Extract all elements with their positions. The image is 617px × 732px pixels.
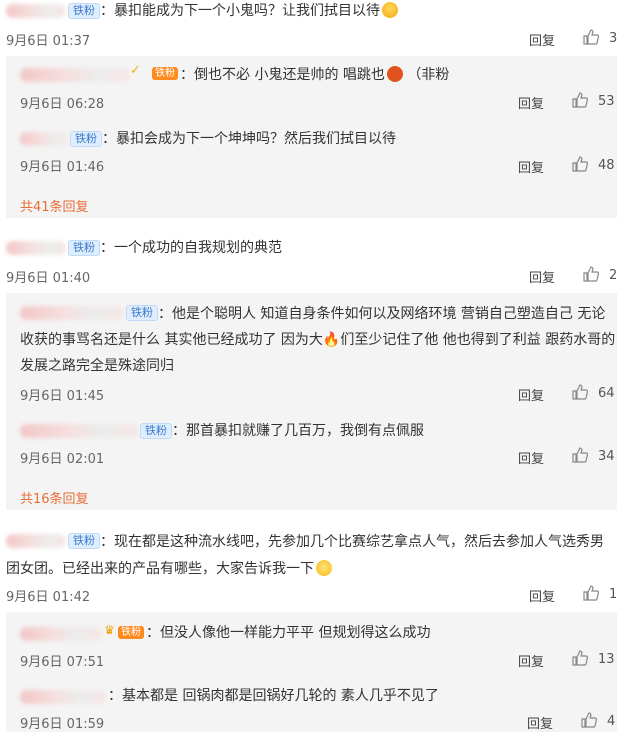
fan-badge: 铁粉 xyxy=(140,423,172,439)
vip-check-icon: ✓ xyxy=(130,63,141,78)
like-button[interactable]: 34 xyxy=(572,447,615,464)
reply-time: 9月6日 01:59 xyxy=(20,717,105,732)
fan-badge: 铁粉 xyxy=(70,131,102,147)
thumb-up-icon xyxy=(583,585,599,601)
thumb-up-icon xyxy=(583,29,599,45)
reply-button[interactable]: 回复 xyxy=(518,385,544,404)
replier-name[interactable] xyxy=(20,627,102,641)
replier-name[interactable] xyxy=(20,132,68,146)
fan-badge: 铁粉 xyxy=(118,626,144,639)
drooling-emoji-icon xyxy=(382,2,398,18)
thumb-up-icon xyxy=(572,92,588,108)
reply-button[interactable]: 回复 xyxy=(518,93,544,112)
reply-text: ：那首暴扣就赚了几百万，我倒有点佩服 xyxy=(172,423,424,439)
like-button[interactable]: 13 xyxy=(572,650,615,667)
fire-emoji-icon: 🔥 xyxy=(322,332,341,348)
comment-text: ：现在都是这种流水线吧，先参加几个比赛综艺拿点人气，然后去参加人气选秀男团女团。… xyxy=(6,534,604,577)
like-button[interactable]: 53 xyxy=(572,92,615,109)
thumb-up-icon xyxy=(572,156,588,172)
comment-time: 9月6日 01:42 xyxy=(6,590,91,605)
more-replies-link[interactable]: 共41条回复 xyxy=(20,196,89,215)
reply-button[interactable]: 回复 xyxy=(518,448,544,467)
commenter-name[interactable] xyxy=(6,4,66,18)
like-button[interactable]: 21 xyxy=(583,266,617,283)
reply-text: ：倒也不必 小鬼还是帅的 唱跳也 （非粉 xyxy=(180,66,450,83)
fan-badge: 铁粉 xyxy=(68,240,100,256)
like-button[interactable]: 64 xyxy=(572,384,615,401)
thumb-up-icon xyxy=(572,650,588,666)
thumb-up-icon xyxy=(572,384,588,400)
cat-emoji-icon xyxy=(316,560,332,576)
more-replies-link[interactable]: 共16条回复 xyxy=(20,488,89,507)
reply-time: 9月6日 06:28 xyxy=(20,97,105,112)
comment-time: 9月6日 01:40 xyxy=(6,271,91,286)
reply-text: ：暴扣会成为下一个坤坤吗？然后我们拭目以待 xyxy=(102,131,396,147)
reply-button[interactable]: 回复 xyxy=(527,713,553,732)
thumb-up-icon xyxy=(583,266,599,282)
reply-button[interactable]: 回复 xyxy=(529,30,555,49)
comment-time: 9月6日 01:37 xyxy=(6,34,91,49)
replier-name[interactable] xyxy=(20,424,138,438)
comment-text: ：暴扣能成为下一个小鬼吗？让我们拭目以待 xyxy=(100,0,398,23)
fan-badge: 铁粉 xyxy=(152,67,178,80)
comment-text: ：一个成功的自我规划的典范 xyxy=(100,240,282,256)
reply-time: 9月6日 02:01 xyxy=(20,452,105,467)
reply-button[interactable]: 回复 xyxy=(518,157,544,176)
replier-name[interactable] xyxy=(20,68,130,82)
thumb-up-icon xyxy=(581,712,597,728)
crown-icon: ♛ xyxy=(104,623,115,637)
reply-time: 9月6日 01:45 xyxy=(20,389,105,404)
reply-time: 9月6日 01:46 xyxy=(20,160,105,175)
thumb-up-icon xyxy=(572,447,588,463)
reply-button[interactable]: 回复 xyxy=(529,267,555,286)
like-button[interactable]: 4 xyxy=(581,712,615,729)
reply-text: ：但没人像他一样能力平平 但规划得这么成功 xyxy=(146,625,431,641)
like-button[interactable]: 48 xyxy=(572,156,615,173)
reply-time: 9月6日 07:51 xyxy=(20,655,105,670)
like-button[interactable]: 32 xyxy=(583,29,617,46)
commenter-name[interactable] xyxy=(6,241,66,255)
reply-button[interactable]: 回复 xyxy=(518,651,544,670)
reply-text: ：他是个聪明人 知道自身条件如何以及网络环境 营销自己塑造自己 无论收获的事骂名… xyxy=(20,306,616,374)
reply-text: ：基本都是 回锅肉都是回锅好几轮的 素人几乎不见了 xyxy=(108,688,439,704)
face-emoji-icon xyxy=(386,66,403,82)
replier-name[interactable] xyxy=(20,690,106,704)
fan-badge: 铁粉 xyxy=(68,3,100,19)
like-button[interactable]: 10 xyxy=(583,585,617,602)
reply-button[interactable]: 回复 xyxy=(529,586,555,605)
